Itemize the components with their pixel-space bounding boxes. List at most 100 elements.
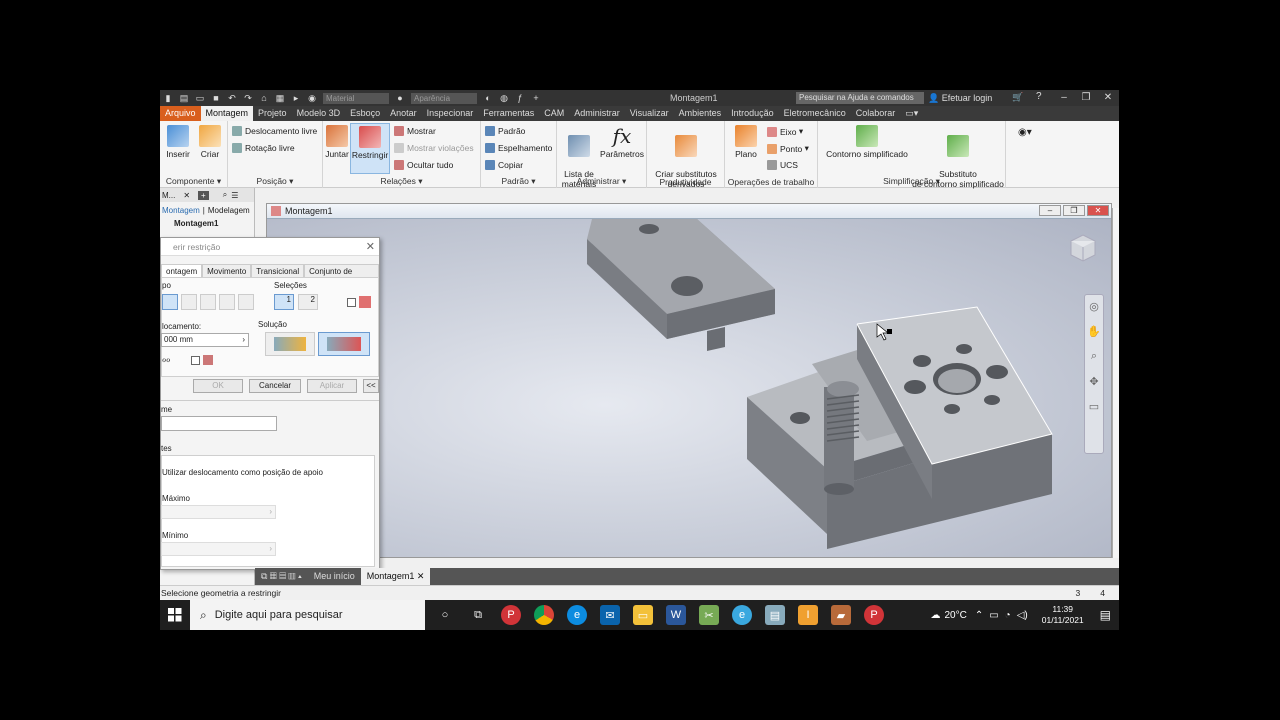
tab-esboco[interactable]: Esboço [345,106,385,121]
graphics-minimize-icon[interactable]: – [1039,205,1061,216]
tab-administrar[interactable]: Administrar [569,106,625,121]
doc-tab-close-icon[interactable]: ✕ [417,571,425,581]
contorno-simplificado-button[interactable]: Contorno simplificado [822,125,912,159]
expand-dialog-button[interactable]: << [363,379,379,393]
aplicar-button[interactable]: Aplicar [307,379,357,393]
tab-projeto[interactable]: Projeto [253,106,292,121]
task-view-icon[interactable]: ⧉ [468,605,488,625]
temperature[interactable]: 20°C [944,610,966,621]
tangent-constraint-icon[interactable] [200,294,216,310]
video-icon[interactable]: ▭▾ [900,106,923,121]
eixo-button[interactable]: Eixo ▾ [767,126,803,137]
login-button[interactable]: 👤 Efetuar login [928,90,992,106]
dialog-close-icon[interactable]: ✕ [366,240,375,253]
weather-icon[interactable]: ☁ [930,610,940,621]
flush-solution-button[interactable] [318,332,370,356]
first-part-checkbox[interactable] [347,298,356,307]
tab-introducao[interactable]: Introdução [726,106,779,121]
open-icon[interactable]: ▭ [194,93,206,103]
group-label-simplificacao[interactable]: Simplificação ▾ [818,176,1005,187]
appearance-icon[interactable]: ● [394,93,406,103]
start-button[interactable] [160,600,190,630]
new-icon[interactable]: ▤ [178,93,190,103]
powerpoint-icon[interactable]: P [501,605,521,625]
ie-icon[interactable]: e [732,605,752,625]
material-select[interactable]: Material [323,92,389,104]
doc-tab-montagem1[interactable]: Montagem1 ✕ [360,568,431,585]
snip-icon[interactable]: ✂ [699,605,719,625]
base-block-part[interactable] [747,306,1053,549]
help-icon[interactable]: ? [1036,91,1042,102]
pan-icon[interactable]: ✋ [1085,325,1103,338]
deslocamento-arrow-icon[interactable]: › [242,334,245,346]
upper-block-part[interactable] [587,219,775,351]
fx-icon[interactable]: ƒ [514,93,526,103]
browser-root-node[interactable]: Montagem1 [160,219,254,228]
browser-mode-modelagem[interactable]: Modelagem [208,206,250,215]
inventor-pro-icon[interactable]: ▰ [831,605,851,625]
tab-modelo-3d[interactable]: Modelo 3D [292,106,346,121]
word-icon[interactable]: W [666,605,686,625]
tab-eletromecanico[interactable]: Eletromecânico [779,106,851,121]
rotacao-livre-button[interactable]: Rotação livre [232,143,295,153]
steering-wheel-icon[interactable]: ◎ [1085,300,1103,313]
plano-button[interactable]: Plano [729,125,763,159]
group-label-relacoes[interactable]: Relações ▾ [323,176,480,187]
browser-search-icon[interactable]: ⌕ [223,190,227,200]
cart-icon[interactable]: 🛒 [1012,92,1023,103]
tray-chevron-icon[interactable]: ⌃ [975,610,983,621]
deslocamento-livre-button[interactable]: Deslocamento livre [232,126,317,136]
ribbon-options-icon[interactable]: ◉▾ [1018,127,1032,138]
browser-tab[interactable]: M... [162,191,175,200]
volume-icon[interactable]: ◁) [1017,610,1028,621]
parametros-button[interactable]: fx Parâmetros [599,125,645,159]
group-label-componente[interactable]: Componente ▾ [160,176,227,187]
tab-visualizar[interactable]: Visualizar [625,106,674,121]
battery-icon[interactable]: ▭ [989,610,998,621]
cancelar-button[interactable]: Cancelar [249,379,301,393]
inserir-button[interactable]: Inserir [164,125,192,159]
criar-button[interactable]: Criar [196,125,224,159]
pick-part-icon[interactable] [359,296,371,308]
copiar-button[interactable]: Copiar [485,160,523,170]
insert-constraint-icon[interactable] [219,294,235,310]
3d-viewport[interactable]: ◎ ✋ ⌕ ✥ ▭ [267,219,1111,557]
orbit-icon[interactable]: ✥ [1085,375,1103,388]
symmetry-constraint-icon[interactable] [238,294,254,310]
threaded-stud-part[interactable] [824,381,860,495]
browser-add-icon[interactable]: + [198,190,209,200]
doc-tab-home[interactable]: Meu início [308,568,361,585]
app-window-icon[interactable]: ▤ [765,605,785,625]
padrao-button[interactable]: Padrão [485,126,525,136]
chrome-icon[interactable] [534,605,554,625]
zoom-icon[interactable]: ⌕ [1085,350,1103,363]
browser-menu-icon[interactable]: ☰ [231,191,238,200]
tab-inspecionar[interactable]: Inspecionar [422,106,479,121]
app-icon[interactable]: ▮ [162,93,174,103]
predict-offset-checkbox[interactable] [191,356,200,365]
clock[interactable]: 11:39 01/11/2021 [1042,604,1084,626]
save-icon[interactable]: ■ [210,93,222,103]
minimize-icon[interactable]: – [1053,90,1075,106]
browser-mode-montagem[interactable]: Montagem [162,206,200,215]
tab-anotar[interactable]: Anotar [385,106,422,121]
maximo-label[interactable]: Máximo [162,494,190,503]
file-explorer-icon[interactable]: ▭ [633,605,653,625]
tab-ferramentas[interactable]: Ferramentas [478,106,539,121]
mostrar-violacoes-button[interactable]: Mostrar violações [394,143,474,153]
group-label-posicao[interactable]: Posição ▾ [228,176,322,187]
browser-close-icon[interactable]: ✕ [183,191,190,200]
angle-constraint-icon[interactable] [181,294,197,310]
update-icon[interactable]: ▦ [274,93,286,103]
selection-1-button[interactable]: 1 [274,294,294,310]
tab-arquivo[interactable]: Arquivo [160,106,201,121]
taskbar-search[interactable]: ⌕ Digite aqui para pesquisar [190,600,425,630]
cortana-icon[interactable]: ○ [435,605,455,625]
close-icon[interactable]: ✕ [1097,90,1119,106]
restringir-button[interactable]: Restringir [350,123,390,174]
graphics-restore-icon[interactable]: ❐ [1063,205,1085,216]
tile-windows-icon[interactable]: ⧉ ▦ ▤ ▥ ▴ [255,568,308,585]
select-icon[interactable]: ▸ [290,93,302,103]
graphics-close-icon[interactable]: ✕ [1087,205,1109,216]
mate-constraint-icon[interactable] [162,294,178,310]
